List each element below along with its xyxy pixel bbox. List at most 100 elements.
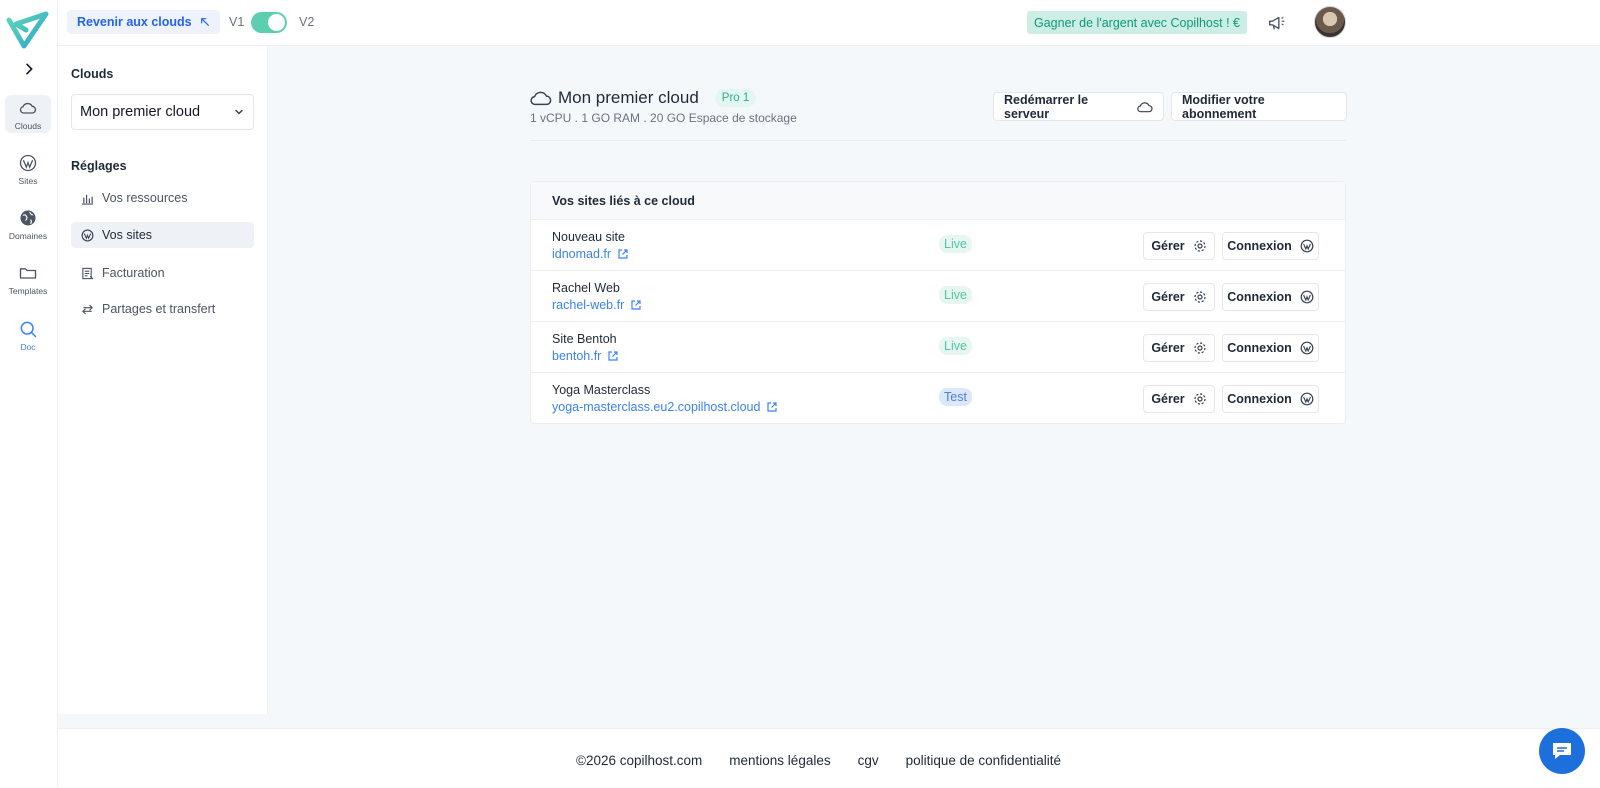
footer-links: ©2026 copilhost.com mentions légales cgv… <box>576 753 1061 768</box>
sidebar-item-label: Vos sites <box>102 228 153 242</box>
connect-button[interactable]: Connexion <box>1222 385 1319 413</box>
manage-label: Gérer <box>1151 392 1185 406</box>
gear-icon <box>1194 240 1206 252</box>
modify-subscription-label: Modifier votre abonnement <box>1182 92 1265 121</box>
cloud-icon <box>19 102 37 114</box>
cgv-link[interactable]: cgv <box>858 753 879 768</box>
sidebar-item-label: Partages et transfert <box>102 302 216 316</box>
status-badge: Live <box>939 337 972 355</box>
connect-label: Connexion <box>1227 341 1292 355</box>
globe-icon <box>20 210 36 225</box>
arrow-up-left-icon <box>200 18 209 26</box>
folder-icon <box>19 267 37 279</box>
site-name: Site Bentoh <box>552 332 617 346</box>
site-url-link[interactable]: idnomad.fr <box>552 247 629 261</box>
table-row: Yoga Masterclass yoga-masterclass.eu2.co… <box>531 373 1345 424</box>
cloud-icon <box>1137 101 1153 112</box>
sidebar-item-label: Vos ressources <box>102 191 188 205</box>
table-row: Site Bentoh bentoh.fr Live Gérer Connexi… <box>531 322 1345 373</box>
megaphone-icon[interactable] <box>1266 12 1288 34</box>
earn-money-button[interactable]: Gagner de l'argent avec Copilhost ! € <box>1027 11 1247 34</box>
rail-item-templates[interactable]: Templates <box>5 260 51 298</box>
sidebar-item-sharing[interactable]: Partages et transfert <box>71 296 254 322</box>
copyright-text: ©2026 copilhost.com <box>576 753 703 768</box>
page-title: Mon premier cloud <box>558 88 699 107</box>
legal-link[interactable]: mentions légales <box>729 753 830 768</box>
external-link-icon <box>767 402 778 412</box>
wordpress-icon <box>1300 239 1314 253</box>
site-url-link[interactable]: yoga-masterclass.eu2.copilhost.cloud <box>552 400 778 414</box>
back-to-clouds-label: Revenir aux clouds <box>77 15 192 29</box>
site-url-text: bentoh.fr <box>552 349 602 363</box>
manage-button[interactable]: Gérer <box>1143 385 1215 413</box>
site-name: Yoga Masterclass <box>552 383 651 397</box>
status-badge: Live <box>939 286 972 304</box>
chevron-down-icon <box>235 109 243 115</box>
table-row: Rachel Web rachel-web.fr Live Gérer Conn… <box>531 271 1345 322</box>
version-v1-label: V1 <box>229 15 245 29</box>
site-name: Rachel Web <box>552 281 620 295</box>
rail-item-sites[interactable]: Sites <box>5 150 51 188</box>
rail-item-label: Sites <box>18 175 38 186</box>
icon-rail: Clouds Sites Domaines Templates Doc <box>0 0 58 788</box>
back-to-clouds-button[interactable]: Revenir aux clouds <box>67 10 220 34</box>
chat-support-button[interactable] <box>1539 728 1585 774</box>
settings-heading: Réglages <box>71 159 127 173</box>
clouds-heading: Clouds <box>71 67 114 81</box>
wordpress-icon <box>81 229 94 241</box>
manage-label: Gérer <box>1151 341 1185 355</box>
manage-label: Gérer <box>1151 290 1185 304</box>
status-badge: Live <box>939 235 972 253</box>
sidebar-item-billing[interactable]: Facturation <box>71 260 254 286</box>
connect-button[interactable]: Connexion <box>1222 232 1319 260</box>
connect-label: Connexion <box>1227 290 1292 304</box>
header-divider <box>530 140 1346 141</box>
site-url-text: yoga-masterclass.eu2.copilhost.cloud <box>552 400 761 414</box>
table-row: Nouveau site idnomad.fr Live Gérer Conne… <box>531 220 1345 271</box>
connect-button[interactable]: Connexion <box>1222 283 1319 311</box>
site-url-link[interactable]: bentoh.fr <box>552 349 619 363</box>
rail-item-domaines[interactable]: Domaines <box>5 205 51 243</box>
rail-item-clouds[interactable]: Clouds <box>5 95 51 133</box>
restart-server-button[interactable]: Redémarrer le serveur <box>993 92 1164 121</box>
sidebar-item-label: Facturation <box>102 266 165 280</box>
invoice-icon <box>82 267 94 279</box>
cloud-specs: 1 vCPU . 1 GO RAM . 20 GO Espace de stoc… <box>530 111 797 125</box>
cloud-select[interactable]: Mon premier cloud <box>71 94 254 130</box>
chart-bar-icon <box>81 194 94 205</box>
transfer-icon <box>82 304 93 314</box>
site-name: Nouveau site <box>552 230 625 244</box>
manage-label: Gérer <box>1151 239 1185 253</box>
site-url-link[interactable]: rachel-web.fr <box>552 298 642 312</box>
connect-label: Connexion <box>1227 239 1292 253</box>
cloud-header: Mon premier cloud Pro 1 <box>530 88 757 108</box>
manage-button[interactable]: Gérer <box>1143 334 1215 362</box>
privacy-link[interactable]: politique de confidentialité <box>906 753 1061 768</box>
sidebar-item-sites[interactable]: Vos sites <box>71 222 254 248</box>
version-toggle[interactable] <box>251 12 287 33</box>
expand-chevron-icon[interactable] <box>18 58 40 80</box>
connect-button[interactable]: Connexion <box>1222 334 1319 362</box>
cloud-icon <box>530 91 552 106</box>
gear-icon <box>1194 342 1206 354</box>
modify-subscription-button[interactable]: Modifier votre abonnement <box>1171 92 1347 121</box>
settings-sidebar: Clouds Mon premier cloud Réglages Vos re… <box>58 46 268 714</box>
manage-button[interactable]: Gérer <box>1143 283 1215 311</box>
external-link-icon <box>631 300 641 310</box>
version-v2-label: V2 <box>299 15 315 29</box>
user-avatar[interactable] <box>1314 6 1346 38</box>
site-url-text: rachel-web.fr <box>552 298 625 312</box>
gear-icon <box>1194 393 1206 405</box>
rail-item-label: Doc <box>20 341 36 352</box>
rail-item-doc[interactable]: Doc <box>5 316 51 354</box>
sidebar-item-resources[interactable]: Vos ressources <box>71 185 254 211</box>
search-icon <box>20 321 37 337</box>
wordpress-icon <box>1300 341 1314 355</box>
rail-item-label: Templates <box>8 285 48 296</box>
chat-bubble-icon <box>1553 743 1571 759</box>
linked-sites-card: Vos sites liés à ce cloud Nouveau site i… <box>530 181 1346 424</box>
wordpress-icon <box>1300 392 1314 406</box>
copilhost-logo-icon[interactable] <box>6 10 50 50</box>
manage-button[interactable]: Gérer <box>1143 232 1215 260</box>
rail-item-label: Domaines <box>8 230 48 241</box>
